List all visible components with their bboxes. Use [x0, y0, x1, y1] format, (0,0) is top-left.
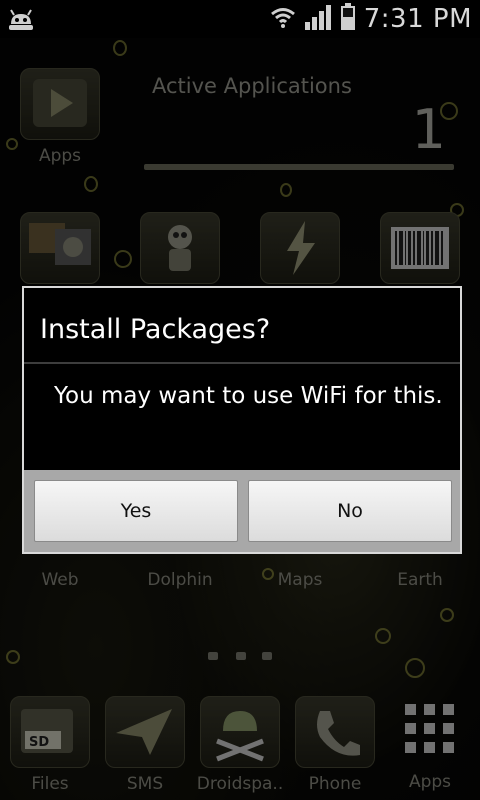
install-packages-dialog: Install Packages? You may want to use Wi… [22, 286, 462, 554]
android-notification-icon [6, 6, 36, 32]
battery-icon [340, 3, 356, 35]
signal-icon [304, 4, 332, 34]
dialog-divider [24, 362, 460, 364]
dialog-button-bar: Yes No [24, 470, 460, 552]
dialog-title: Install Packages? [40, 314, 271, 345]
dialog-message: You may want to use WiFi for this. [54, 383, 443, 409]
status-clock: 7:31 PM [363, 4, 472, 34]
status-bar: 7:31 PM [0, 0, 480, 38]
wifi-icon [270, 5, 296, 33]
no-button[interactable]: No [248, 480, 452, 542]
yes-button[interactable]: Yes [34, 480, 238, 542]
